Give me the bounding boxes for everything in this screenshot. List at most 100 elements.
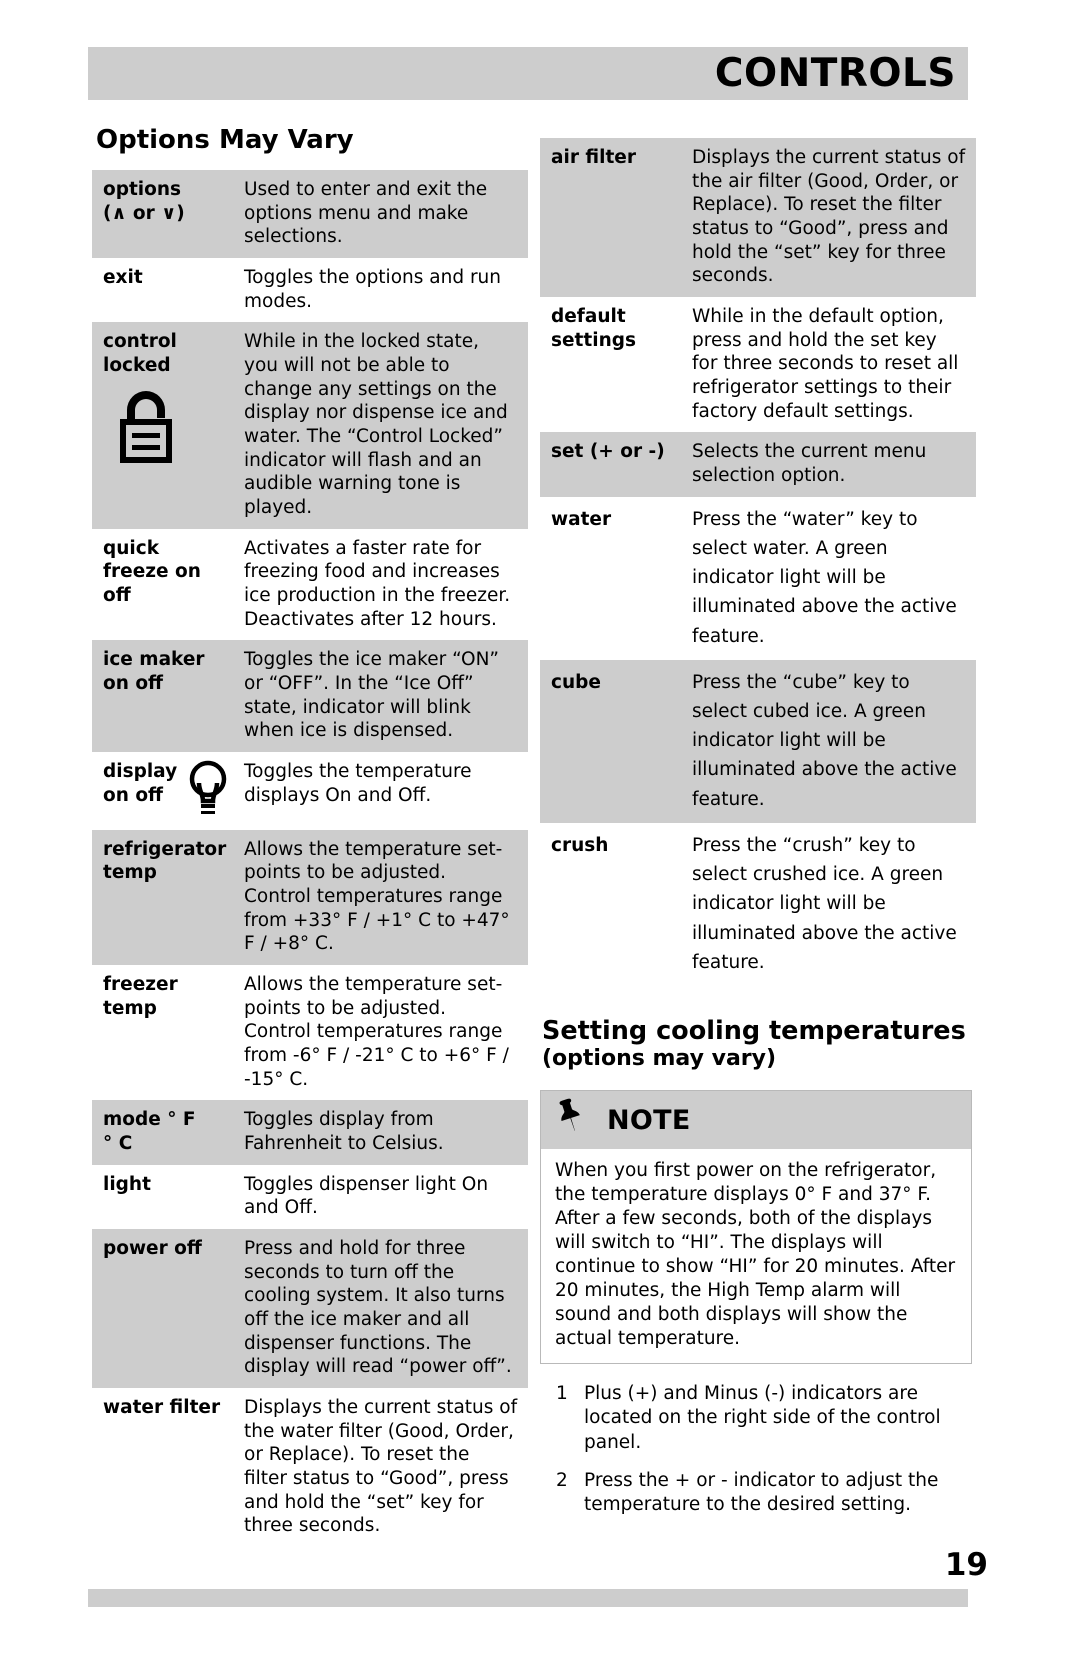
row-term-line: crush — [551, 834, 609, 856]
right-column: air filter Displays the current status of… — [540, 138, 976, 1531]
row-term: exit — [92, 258, 240, 322]
row-term: freezer temp — [92, 965, 240, 1100]
row-description: Toggles display from Fahrenheit to Celsi… — [244, 1109, 444, 1155]
row-term: crush — [540, 823, 688, 986]
table-row: options (∧ or ∨) Used to enter and exit th… — [92, 169, 528, 258]
row-term-line: off — [103, 584, 131, 606]
row-term: ice maker on off — [92, 640, 240, 752]
row-term-line: control — [103, 331, 177, 353]
row-term: air filter — [540, 138, 688, 297]
table-row: water filter Displays the current status … — [92, 1388, 528, 1547]
table-row: water Press the “water” key to select wat… — [540, 497, 976, 660]
row-description: Toggles dispenser light On and Off. — [244, 1173, 489, 1219]
row-description: Press the “crush” key to select crushed … — [692, 834, 957, 973]
row-description: Toggles the ice maker “ON” or “OFF”. In … — [244, 649, 500, 742]
controls-table-right: air filter Displays the current status of… — [540, 138, 976, 986]
table-row: exit Toggles the options and run modes. — [92, 258, 528, 322]
row-term: light — [92, 1165, 240, 1229]
row-description: Allows the temperature set-points to be … — [244, 974, 509, 1090]
row-term: quick freeze on off — [92, 529, 240, 641]
table-row: set (+ or -) Selects the current menu sel… — [540, 432, 976, 497]
row-term-line: exit — [103, 266, 143, 288]
page-title: CONTROLS — [714, 51, 956, 96]
row-description: Used to enter and exit the options menu … — [244, 178, 488, 248]
row-term: cube — [540, 660, 688, 823]
controls-table-left: options (∧ or ∨) Used to enter and exit th… — [92, 169, 528, 1547]
row-term-line: quick — [103, 537, 160, 559]
row-term-line: on off — [103, 672, 164, 694]
row-term-line: freeze on — [103, 561, 201, 583]
row-term: power off — [92, 1229, 240, 1388]
note-box: NOTE When you first power on the refrige… — [540, 1090, 972, 1365]
row-term: refrigerator temp — [92, 830, 240, 965]
row-term-line: settings — [551, 329, 637, 351]
table-row: display on off Toggles the temperature dis… — [92, 752, 528, 830]
note-body: When you first power on the refrigerator… — [541, 1149, 971, 1364]
row-term-line: freezer — [103, 974, 178, 996]
list-item: Plus (+) and Minus (-) indicators are lo… — [556, 1382, 941, 1453]
subsection-heading-main: Setting cooling temperatures — [542, 1016, 966, 1047]
row-term: water — [540, 497, 688, 660]
row-term-line: cube — [551, 671, 601, 693]
table-row: quick freeze on off Activates a faster rate… — [92, 529, 528, 641]
row-term-line: display — [103, 761, 178, 782]
row-term-line: water filter — [103, 1397, 221, 1419]
table-row: refrigerator temp Allows the temperature s… — [92, 829, 528, 966]
lock-icon — [115, 388, 230, 473]
subsection-heading: Setting cooling temperatures (options ma… — [542, 1016, 976, 1072]
table-row: ice maker on off Toggles the ice maker “ON… — [92, 640, 528, 752]
table-row: crush Press the “crush” key to select cru… — [540, 823, 976, 986]
row-description: Press the “cube” key to select cubed ice… — [692, 671, 957, 810]
row-description: Selects the current menu selection optio… — [692, 441, 927, 487]
row-term-line: locked — [103, 354, 171, 376]
row-term-line: ° C — [103, 1133, 133, 1155]
left-column: Options May Vary options (∧ or ∨) Used to … — [92, 125, 528, 1547]
table-row: power off Press and hold for three second… — [92, 1229, 528, 1389]
row-description: While in the locked state, you will not … — [244, 331, 508, 518]
row-description: Displays the current status of the water… — [244, 1397, 518, 1537]
row-term-line: ice maker — [103, 649, 205, 671]
row-term-line: temp — [103, 997, 157, 1019]
page-header-bar: CONTROLS — [88, 47, 968, 100]
steps-list: Plus (+) and Minus (-) indicators are lo… — [540, 1382, 976, 1516]
row-term-line: power off — [103, 1238, 202, 1260]
row-term: set (+ or -) — [540, 432, 688, 496]
row-term-line: default — [551, 306, 626, 328]
page-footer-bar — [88, 1589, 968, 1607]
row-term-line: on off — [103, 784, 164, 806]
table-row: mode ° F ° C Toggles display from Fahrenhe… — [92, 1100, 528, 1165]
subsection-heading-note: (options may vary) — [542, 1046, 777, 1072]
lightbulb-icon — [186, 760, 230, 821]
row-term-line: water — [551, 508, 612, 530]
row-description: Press the “water” key to select water. A… — [692, 508, 957, 647]
table-row: control locked While in the locked state, … — [92, 322, 528, 529]
row-term: mode ° F ° C — [92, 1100, 240, 1164]
row-description: Press and hold for three seconds to turn… — [244, 1238, 512, 1378]
document-page: CONTROLS Options May Vary options (∧ or ∨… — [0, 0, 1080, 1669]
row-term-line: set (+ or -) — [551, 441, 665, 463]
row-description: Toggles the temperature displays On and … — [244, 761, 472, 806]
table-row: light Toggles dispenser light On and Off. — [92, 1165, 528, 1229]
row-term: control locked — [92, 322, 240, 528]
table-row: air filter Displays the current status of… — [540, 138, 976, 298]
row-description: Toggles the options and run modes. — [244, 266, 502, 312]
table-row: cube Press the “cube” key to select cubed… — [540, 659, 976, 823]
list-item: Press the + or - indicator to adjust the… — [556, 1469, 939, 1515]
row-term-line: options — [103, 178, 182, 200]
pushpin-icon — [555, 1098, 585, 1142]
row-term-line: refrigerator — [103, 838, 227, 860]
row-term-line: mode ° F — [103, 1109, 196, 1131]
section-title-options-may-vary: Options May Vary — [96, 125, 354, 155]
row-description: Allows the temperature set-points to be … — [244, 838, 510, 955]
row-term: options (∧ or ∨) — [92, 170, 240, 258]
row-term-line: (∧ or ∨) — [103, 202, 185, 224]
row-description: Displays the current status of the air f… — [692, 147, 966, 287]
row-term-line: air filter — [551, 147, 636, 168]
row-term: display on off — [92, 752, 240, 830]
page-number: 19 — [944, 1547, 988, 1583]
note-label: NOTE — [607, 1104, 691, 1136]
row-term: default settings — [540, 297, 688, 432]
row-description: While in the default option, press and h… — [692, 306, 959, 422]
row-term-line: temp — [103, 862, 157, 884]
table-row: freezer temp Allows the temperature set-po… — [92, 965, 528, 1100]
